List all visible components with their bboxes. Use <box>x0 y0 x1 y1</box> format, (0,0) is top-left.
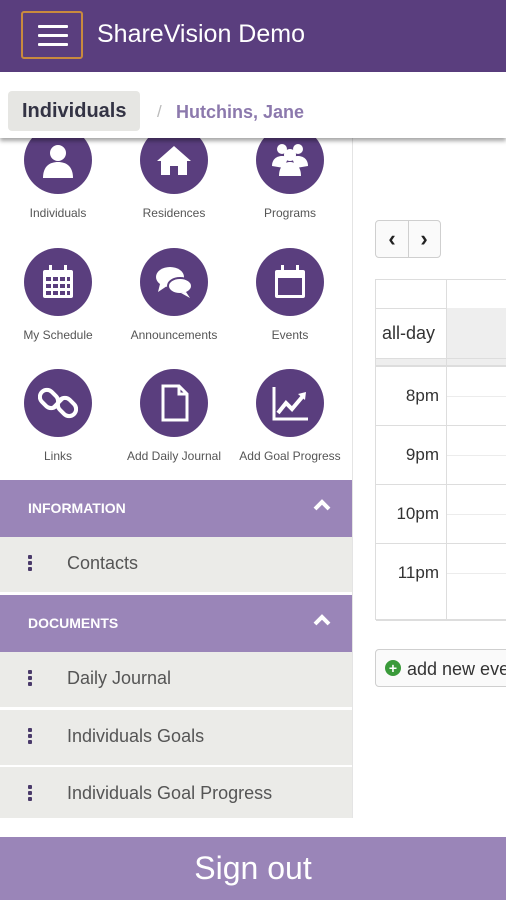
hour-label: 9pm <box>405 445 439 464</box>
hour-line <box>376 425 506 426</box>
plus-icon: + <box>385 660 401 676</box>
half-hour-line <box>447 455 506 456</box>
list-item-label: Individuals Goal Progress <box>67 783 273 803</box>
tile-label: Programs <box>263 206 316 220</box>
app-title: ShareVision Demo <box>97 20 305 48</box>
tile-links[interactable]: Links <box>0 369 116 463</box>
half-hour-line <box>447 514 506 515</box>
list-item-label: Contacts <box>67 553 139 573</box>
app-header: ShareVision Demo <box>0 0 506 72</box>
chat-bubbles-icon <box>140 248 208 316</box>
tile-my-schedule[interactable]: My Schedule <box>0 248 116 342</box>
vertical-dots-icon <box>28 785 32 803</box>
tile-label: Announcements <box>130 328 218 342</box>
vertical-dots-icon <box>28 555 32 573</box>
time-axis-divider <box>446 280 447 621</box>
list-item-label: Individuals Goals <box>67 726 205 746</box>
group-icon <box>256 138 324 194</box>
list-item-individuals-goal-progress[interactable]: Individuals Goal Progress <box>0 767 352 818</box>
menu-icon-bar <box>38 34 68 37</box>
chart-line-icon <box>256 369 324 437</box>
tile-add-goal-progress[interactable]: Add Goal Progress <box>232 369 348 463</box>
tile-events[interactable]: Events <box>232 248 348 342</box>
chevron-up-icon <box>313 614 331 626</box>
tile-label: Add Daily Journal <box>126 449 222 463</box>
tile-programs[interactable]: Programs <box>232 138 348 220</box>
next-button[interactable]: › <box>408 221 440 257</box>
tile-label: Add Goal Progress <box>239 449 341 463</box>
section-information-header[interactable]: INFORMATION <box>0 480 352 537</box>
tile-label: Individuals <box>29 206 87 220</box>
navigation-panel: Individuals Residences Programs My Sched… <box>0 138 352 818</box>
calendar-grid: all-day 8pm 9pm 10pm 11pm <box>375 279 506 621</box>
hour-line <box>376 366 506 367</box>
hour-line <box>376 484 506 485</box>
vertical-dots-icon <box>28 728 32 746</box>
person-icon <box>24 138 92 194</box>
vertical-dots-icon <box>28 670 32 688</box>
hour-line <box>376 620 506 621</box>
tile-label: My Schedule <box>23 328 93 342</box>
hour-line <box>376 543 506 544</box>
hour-label: 8pm <box>405 386 439 405</box>
add-event-label: add new eve <box>407 659 506 679</box>
tile-label: Residences <box>142 206 206 220</box>
all-day-label: all-day <box>382 323 436 343</box>
calendar-nav: ‹ › <box>375 220 441 258</box>
calendar-grid-icon <box>24 248 92 316</box>
breadcrumb-separator: / <box>157 102 162 121</box>
tile-label: Links <box>43 449 72 463</box>
all-day-divider <box>376 359 506 366</box>
calendar-day-header <box>376 280 506 309</box>
section-documents-header[interactable]: DOCUMENTS <box>0 595 352 652</box>
list-item-label: Daily Journal <box>67 668 172 688</box>
list-item-individuals-goals[interactable]: Individuals Goals <box>0 710 352 766</box>
menu-icon-bar <box>38 43 68 46</box>
tile-announcements[interactable]: Announcements <box>116 248 232 342</box>
tile-add-daily-journal[interactable]: Add Daily Journal <box>116 369 232 463</box>
previous-button[interactable]: ‹ <box>376 221 409 257</box>
list-item-daily-journal[interactable]: Daily Journal <box>0 652 352 708</box>
breadcrumb-root[interactable]: Individuals <box>8 91 141 131</box>
calendar-icon <box>256 248 324 316</box>
half-hour-line <box>447 396 506 397</box>
home-icon <box>140 138 208 194</box>
hour-label: 11pm <box>397 563 439 582</box>
add-new-event-button[interactable]: + add new eve <box>375 649 506 687</box>
document-icon <box>140 369 208 437</box>
menu-icon-bar <box>38 25 68 28</box>
tile-label: Events <box>271 328 309 342</box>
tile-residences[interactable]: Residences <box>116 138 232 220</box>
breadcrumb-current: Hutchins, Jane <box>176 102 305 122</box>
calendar-panel: ‹ › all-day 8pm 9pm 10pm 11pm + add new … <box>352 138 506 818</box>
section-title: DOCUMENTS <box>28 615 119 631</box>
hour-label: 10pm <box>396 504 439 523</box>
link-icon <box>24 369 92 437</box>
half-hour-line <box>447 573 506 574</box>
list-item-contacts[interactable]: Contacts <box>0 537 352 593</box>
sign-out-button[interactable]: Sign out <box>0 837 506 900</box>
chevron-up-icon <box>313 499 331 511</box>
breadcrumb: Individuals / Hutchins, Jane <box>0 72 506 138</box>
hamburger-menu-button[interactable] <box>21 11 83 59</box>
section-title: INFORMATION <box>28 500 126 516</box>
tile-individuals[interactable]: Individuals <box>0 138 116 220</box>
